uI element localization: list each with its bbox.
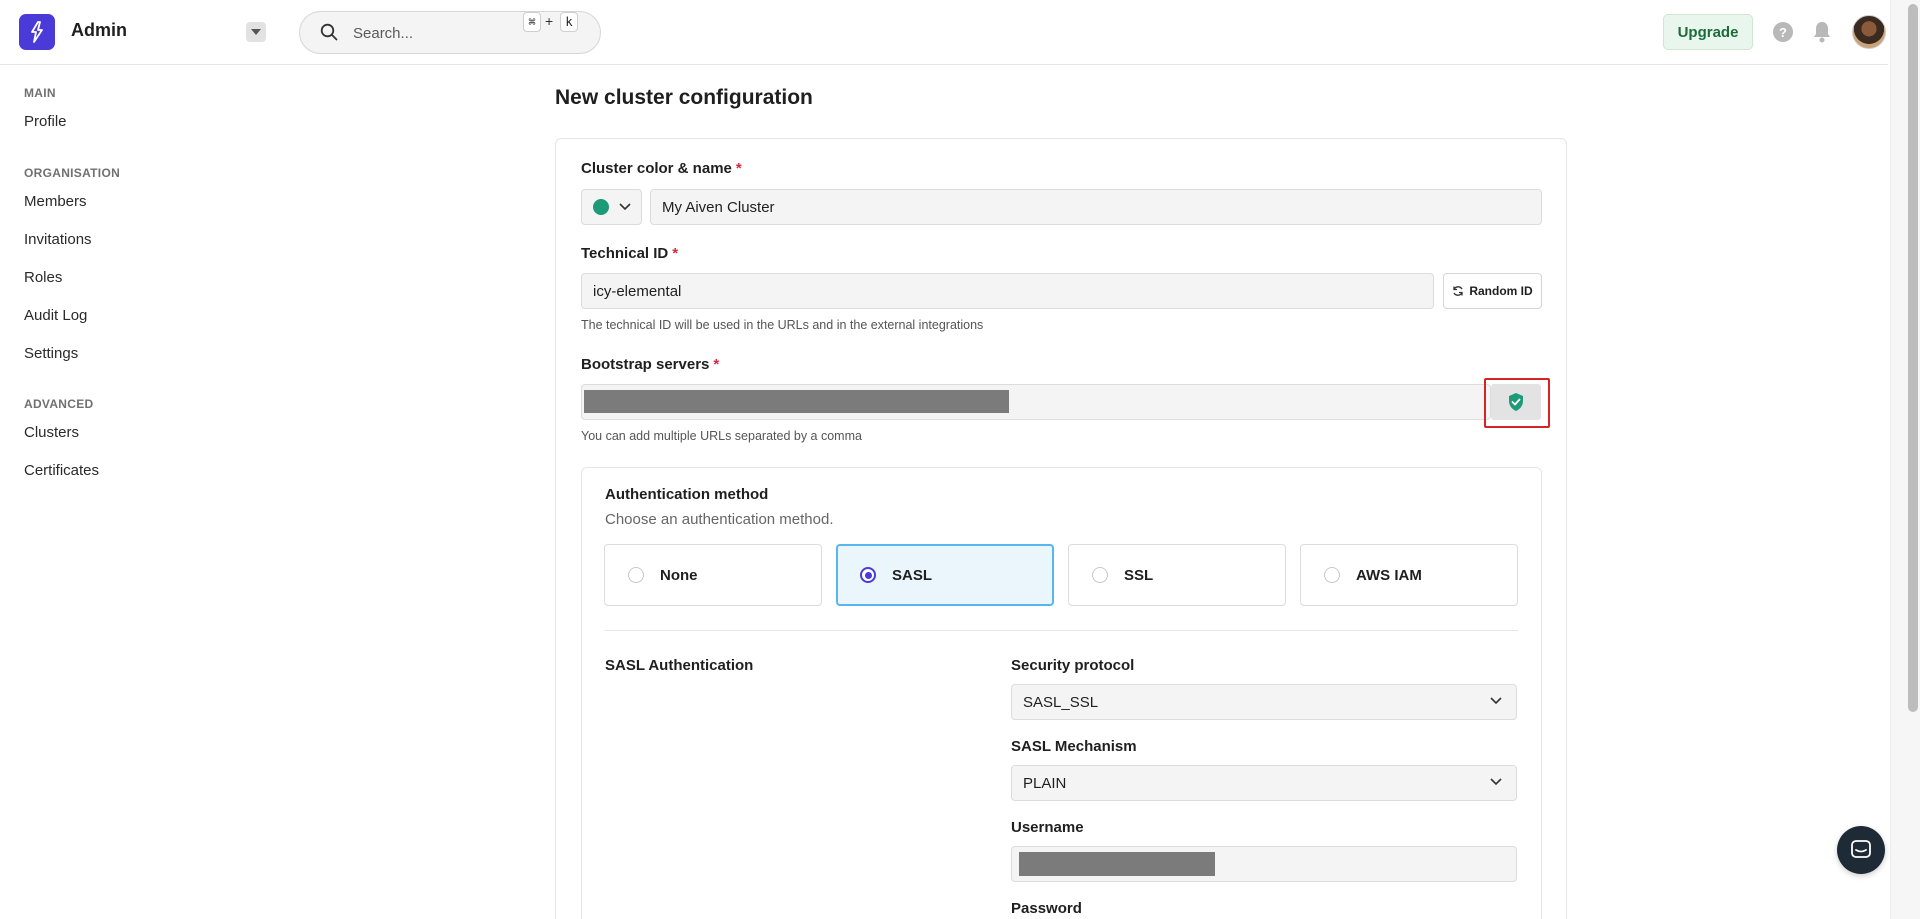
shortcut-cmd-key: ⌘ (523, 12, 541, 32)
cluster-name-label: Cluster color & name * (581, 160, 742, 177)
sasl-mechanism-label: SASL Mechanism (1011, 738, 1137, 755)
notifications-bell-icon[interactable] (1812, 20, 1832, 44)
radio-aws-iam[interactable] (1324, 567, 1340, 583)
app-title: Admin (71, 20, 127, 40)
section-divider (605, 630, 1518, 631)
sasl-authentication-title: SASL Authentication (605, 657, 754, 674)
auth-option-ssl[interactable]: SSL (1068, 544, 1286, 606)
sidebar: MAIN Profile ORGANISATION Members Invita… (0, 65, 300, 919)
sidebar-item-settings[interactable]: Settings (24, 345, 78, 362)
technical-id-input[interactable]: icy-elemental (581, 273, 1434, 309)
chat-launcher-button[interactable] (1837, 826, 1885, 874)
user-avatar[interactable] (1852, 15, 1886, 49)
security-protocol-select[interactable]: SASL_SSL (1011, 684, 1517, 720)
cluster-color-swatch (593, 199, 609, 215)
cluster-name-input[interactable]: My Aiven Cluster (650, 189, 1542, 225)
sasl-mechanism-select[interactable]: PLAIN (1011, 765, 1517, 801)
sidebar-item-clusters[interactable]: Clusters (24, 424, 79, 441)
random-id-label: Random ID (1469, 284, 1533, 298)
sidebar-item-invitations[interactable]: Invitations (24, 231, 92, 248)
refresh-icon (1453, 286, 1463, 296)
auth-option-none[interactable]: None (604, 544, 822, 606)
search-input[interactable]: Search... (353, 25, 413, 42)
app-switcher-chevron-down-icon[interactable] (246, 22, 266, 42)
random-id-button[interactable]: Random ID (1443, 273, 1542, 309)
radio-ssl[interactable] (1092, 567, 1108, 583)
security-protocol-label: Security protocol (1011, 657, 1135, 674)
help-icon[interactable]: ? (1773, 22, 1793, 42)
authentication-method-subtitle: Choose an authentication method. (605, 511, 834, 528)
sidebar-item-members[interactable]: Members (24, 193, 87, 210)
password-label: Password (1011, 900, 1082, 917)
radio-sasl[interactable] (860, 567, 876, 583)
sidebar-item-audit-log[interactable]: Audit Log (24, 307, 87, 324)
redacted-username-value (1019, 852, 1215, 876)
sidebar-section-organisation: ORGANISATION (24, 166, 121, 180)
auth-option-sasl[interactable]: SASL (836, 544, 1054, 606)
highlight-box (1484, 378, 1550, 428)
cluster-color-picker[interactable] (581, 189, 642, 225)
app-logo-icon[interactable] (19, 14, 55, 50)
authentication-method-title: Authentication method (605, 486, 769, 503)
radio-none[interactable] (628, 567, 644, 583)
sidebar-section-main: MAIN (24, 86, 56, 100)
sasl-mechanism-value: PLAIN (1023, 774, 1067, 792)
page-scrollbar-thumb[interactable] (1908, 4, 1918, 712)
search-bar[interactable]: Search... (299, 11, 601, 54)
technical-id-label: Technical ID * (581, 245, 679, 262)
security-protocol-value: SASL_SSL (1023, 693, 1099, 711)
bootstrap-servers-helper: You can add multiple URLs separated by a… (581, 429, 862, 443)
redacted-bootstrap-value (584, 390, 1009, 413)
sidebar-item-roles[interactable]: Roles (24, 269, 62, 286)
search-icon (320, 23, 338, 41)
page-title: New cluster configuration (555, 86, 813, 109)
chevron-down-icon (1490, 778, 1502, 786)
auth-option-aws-iam[interactable]: AWS IAM (1300, 544, 1518, 606)
bootstrap-servers-label: Bootstrap servers * (581, 356, 720, 373)
technical-id-helper: The technical ID will be used in the URL… (581, 318, 984, 332)
upgrade-button[interactable]: Upgrade (1663, 14, 1753, 50)
chevron-down-icon (619, 203, 631, 211)
top-header: Admin Search... ⌘ + k Upgrade ? (0, 0, 1888, 65)
sidebar-item-profile[interactable]: Profile (24, 113, 67, 130)
username-label: Username (1011, 819, 1084, 836)
shortcut-plus: + (545, 13, 554, 29)
sidebar-section-advanced: ADVANCED (24, 397, 94, 411)
shortcut-k-key: k (560, 12, 578, 32)
chat-icon (1851, 840, 1871, 858)
sidebar-item-certificates[interactable]: Certificates (24, 462, 99, 479)
chevron-down-icon (1490, 697, 1502, 705)
